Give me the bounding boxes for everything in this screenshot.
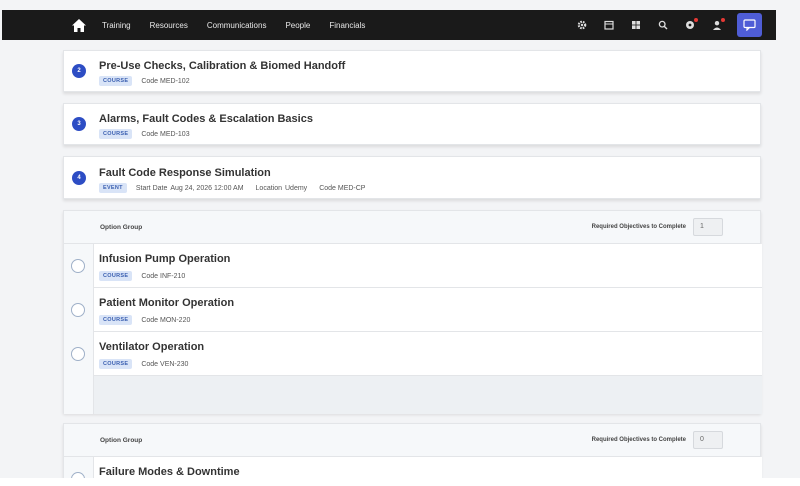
grid-icon[interactable] <box>630 19 642 31</box>
step-number-badge: 2 <box>72 64 86 78</box>
course-card[interactable]: 3 Alarms, Fault Codes & Escalation Basic… <box>63 103 761 145</box>
content-scroll-area[interactable]: 2 Pre-Use Checks, Calibration & Biomed H… <box>0 40 776 478</box>
type-badge: COURSE <box>99 359 133 369</box>
event-code: Code MED-CP <box>319 184 366 192</box>
type-badge: COURSE <box>99 315 133 325</box>
app-frame: Training Resources Communications People… <box>0 0 800 486</box>
option-code: Code INF-210 <box>141 272 186 280</box>
nav-link-training[interactable]: Training <box>102 21 131 30</box>
bottom-edge <box>0 478 800 486</box>
nav-link-communications[interactable]: Communications <box>207 21 267 30</box>
option-group: Option Group Required Objectives to Comp… <box>63 210 762 414</box>
home-icon[interactable] <box>70 16 88 34</box>
course-code: Code MED-103 <box>141 130 190 138</box>
location-value: Udemy <box>285 184 308 192</box>
type-badge: EVENT <box>99 183 127 193</box>
required-objectives-label: Required Objectives to Complete <box>591 437 686 443</box>
option-radio[interactable] <box>71 259 85 273</box>
option-item[interactable]: Infusion Pump Operation COURSE Code INF-… <box>71 244 762 288</box>
option-item[interactable]: Patient Monitor Operation COURSE Code MO… <box>71 288 762 332</box>
option-title[interactable]: Infusion Pump Operation <box>99 253 230 265</box>
start-date-value: Aug 24, 2026 12:00 AM <box>170 184 244 192</box>
course-title[interactable]: Pre-Use Checks, Calibration & Biomed Han… <box>99 60 345 72</box>
option-code: Code MON-220 <box>141 316 191 324</box>
user-icon[interactable] <box>711 18 725 31</box>
nav-link-resources[interactable]: Resources <box>150 21 188 30</box>
option-title[interactable]: Patient Monitor Operation <box>99 297 234 309</box>
course-title[interactable]: Alarms, Fault Codes & Escalation Basics <box>99 113 313 125</box>
chat-icon[interactable] <box>737 13 762 37</box>
event-card[interactable]: 4 Fault Code Response Simulation EVENT S… <box>63 156 761 199</box>
option-group-label: Option Group <box>100 224 143 231</box>
option-radio[interactable] <box>71 347 85 361</box>
option-code: Code VEN-230 <box>141 360 189 368</box>
option-group: Option Group Required Objectives to Comp… <box>63 423 762 478</box>
option-radio[interactable] <box>71 303 85 317</box>
gear-icon[interactable] <box>576 19 588 31</box>
type-badge: COURSE <box>99 271 133 281</box>
calendar-icon[interactable] <box>603 19 615 31</box>
option-group-header: Option Group Required Objectives to Comp… <box>64 211 760 244</box>
location-label: Location <box>255 184 282 192</box>
notification-dot <box>694 18 698 22</box>
nav-link-financials[interactable]: Financials <box>329 21 365 30</box>
required-objectives-input[interactable]: 0 <box>693 431 723 449</box>
event-title[interactable]: Fault Code Response Simulation <box>99 167 271 179</box>
help-icon[interactable] <box>684 18 698 31</box>
course-code: Code MED-102 <box>141 77 190 85</box>
option-group-footer <box>94 376 762 414</box>
type-badge: COURSE <box>99 76 133 86</box>
option-item[interactable]: Ventilator Operation COURSE Code VEN-230 <box>71 332 762 376</box>
nav-link-people[interactable]: People <box>285 21 310 30</box>
option-group-header: Option Group Required Objectives to Comp… <box>64 424 760 457</box>
step-number-badge: 4 <box>72 170 86 185</box>
option-item[interactable]: Failure Modes & Downtime <box>71 457 762 478</box>
top-navigation-bar: Training Resources Communications People… <box>2 10 776 40</box>
notification-dot <box>721 18 725 22</box>
type-badge: COURSE <box>99 129 133 139</box>
start-date-label: Start Date <box>135 184 168 192</box>
search-icon[interactable] <box>657 19 669 31</box>
required-objectives-label: Required Objectives to Complete <box>591 224 686 230</box>
option-title[interactable]: Failure Modes & Downtime <box>99 466 240 478</box>
required-objectives-input[interactable]: 1 <box>693 218 723 236</box>
step-number-badge: 3 <box>72 117 86 131</box>
option-group-label: Option Group <box>100 437 143 444</box>
course-card[interactable]: 2 Pre-Use Checks, Calibration & Biomed H… <box>63 50 761 92</box>
option-title[interactable]: Ventilator Operation <box>99 341 204 353</box>
